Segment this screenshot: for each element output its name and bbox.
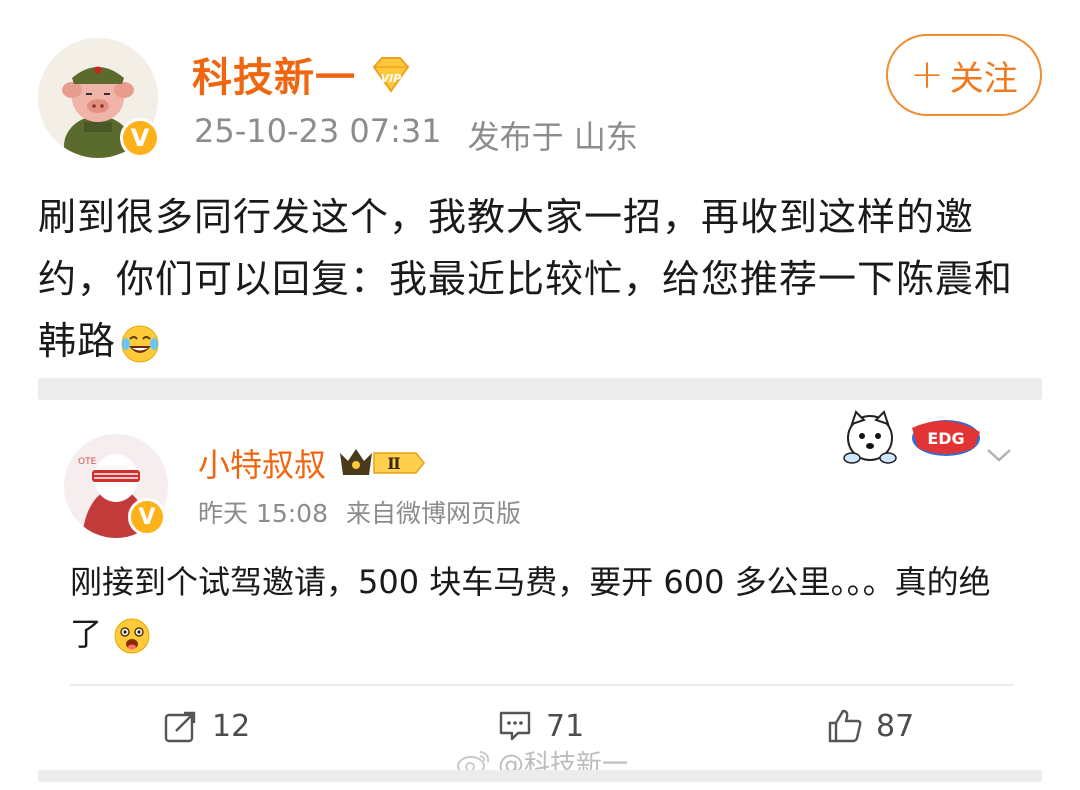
quoted-text: 刚接到个试驾邀请，500 块车马费，要开 600 多公里。。。真的绝了: [70, 563, 991, 653]
plus-icon: +: [910, 52, 944, 98]
svg-text:Ⅱ: Ⅱ: [387, 454, 400, 473]
svg-text:EDG: EDG: [927, 429, 964, 448]
follow-label: 关注: [949, 58, 1018, 99]
shocked-emoji-icon: [114, 618, 150, 654]
verified-badge-icon: V: [120, 118, 160, 158]
card-divider: [70, 684, 1014, 686]
quoted-timestamp: 昨天 15:08: [198, 499, 328, 528]
comment-count: 71: [546, 708, 585, 744]
quoted-author: 小特叔叔 Ⅱ: [198, 440, 426, 486]
quoted-verified-badge-icon: V: [128, 498, 166, 536]
card-bottom-bar: [38, 770, 1042, 782]
post-location: 发布于 山东: [467, 118, 638, 156]
thumbs-up-icon: [828, 709, 862, 743]
laugh-cry-emoji-icon: [121, 325, 159, 362]
post-timestamp: 25-10-23 07:31: [194, 112, 442, 150]
author-name[interactable]: 科技新一: [192, 45, 356, 103]
svg-text:OTE: OTE: [78, 457, 97, 467]
vip-diamond-icon[interactable]: VIP: [370, 53, 412, 95]
quoted-source: 来自微博网页版: [346, 499, 522, 528]
repost-count: 12: [212, 708, 251, 744]
crown-rank-badge-icon[interactable]: Ⅱ: [336, 445, 426, 481]
repost-button[interactable]: 12: [162, 700, 250, 752]
post-body: 刷到很多同行发这个，我教大家一招，再收到这样的邀约，你们可以回复：我最近比较忙，…: [38, 186, 1038, 372]
follow-button[interactable]: + 关注: [886, 34, 1042, 116]
edg-dog-sticker-icon: EDG: [843, 410, 980, 464]
card-top-bar: [38, 378, 1042, 400]
chevron-down-icon[interactable]: [984, 442, 1014, 466]
quoted-author-name[interactable]: 小特叔叔: [198, 440, 326, 486]
post-meta: 25-10-23 07:31 发布于 山东: [194, 112, 638, 158]
like-button[interactable]: 87: [826, 700, 914, 752]
post-author: 科技新一 VIP: [192, 44, 412, 104]
quoted-body: 刚接到个试驾邀请，500 块车马费，要开 600 多公里。。。真的绝了: [70, 556, 1010, 660]
repost-icon: [164, 711, 196, 743]
like-count: 87: [876, 708, 915, 744]
quoted-meta: 昨天 15:08 来自微博网页版: [198, 494, 521, 530]
svg-text:VIP: VIP: [381, 72, 402, 85]
comment-icon: [499, 711, 531, 741]
post-text: 刷到很多同行发这个，我教大家一招，再收到这样的邀约，你们可以回复：我最近比较忙，…: [38, 195, 1014, 363]
